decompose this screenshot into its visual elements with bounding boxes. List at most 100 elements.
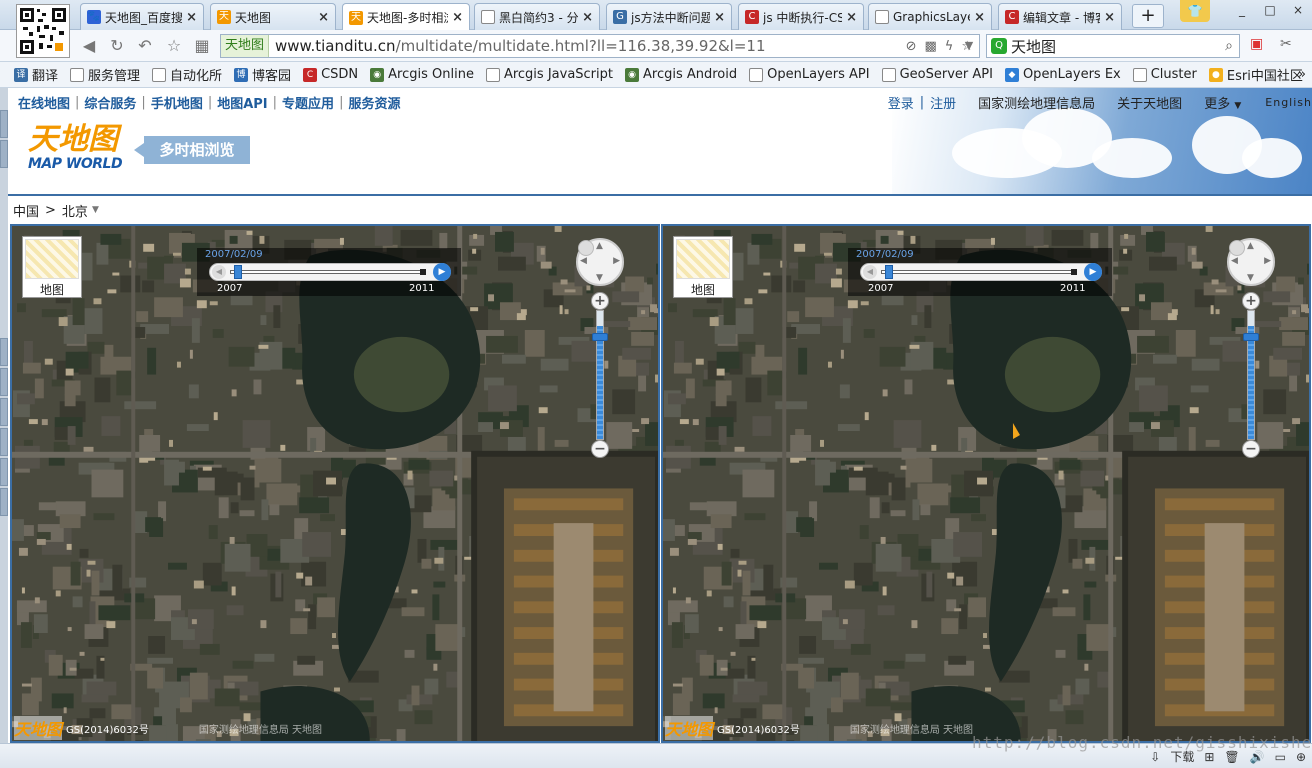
- tools-icon[interactable]: ✂: [1280, 36, 1292, 52]
- browser-tab[interactable]: Gjs方法中断问题 ×: [606, 3, 732, 30]
- map-panel-left[interactable]: 地图 2007/02/09 ◀ ▶ 2007 2011 ▲ ▼ ◀ ▶ + − …: [10, 224, 660, 743]
- english-link[interactable]: English: [1265, 96, 1312, 109]
- pan-up-icon[interactable]: ▲: [596, 241, 603, 251]
- pan-control[interactable]: ▲ ▼ ◀ ▶: [576, 238, 624, 286]
- more-menu[interactable]: 更多 ▼: [1204, 93, 1241, 112]
- bookmark-item[interactable]: 译翻译: [14, 65, 58, 84]
- pan-left-icon[interactable]: ◀: [1231, 256, 1238, 266]
- timeline-track[interactable]: ◀ ▶: [860, 263, 1102, 281]
- timeline-handle[interactable]: [885, 265, 893, 279]
- browser-tab[interactable]: Cjs 中断执行-CSDN ×: [738, 3, 864, 30]
- zoom-slider-handle[interactable]: [1243, 333, 1259, 341]
- close-tab-icon[interactable]: ×: [846, 10, 857, 25]
- pan-control[interactable]: ▲ ▼ ◀ ▶: [1227, 238, 1275, 286]
- zoom-slider[interactable]: [1243, 310, 1259, 440]
- search-box[interactable]: Q 天地图 ⌕: [986, 34, 1240, 58]
- bookmark-item[interactable]: ◉ Arcgis Online: [370, 67, 474, 82]
- zoom-in-button[interactable]: +: [591, 292, 609, 310]
- nav-online-map[interactable]: 在线地图: [18, 93, 70, 112]
- close-tab-icon[interactable]: ×: [582, 10, 593, 25]
- new-tab-button[interactable]: +: [1132, 4, 1164, 28]
- timeline-handle[interactable]: [234, 265, 242, 279]
- register-link[interactable]: 注册: [930, 93, 956, 112]
- timeline-play-icon[interactable]: ▶: [1084, 263, 1102, 281]
- minimize-button[interactable]: _: [1228, 0, 1256, 20]
- bookmark-item[interactable]: 博博客园: [234, 65, 291, 84]
- qr-small-icon[interactable]: ▩: [924, 39, 936, 54]
- grid-apps-icon[interactable]: ▦: [191, 36, 213, 56]
- close-window-button[interactable]: ×: [1284, 0, 1312, 20]
- bookmark-item[interactable]: Arcgis JavaScript: [485, 67, 613, 82]
- browser-tab[interactable]: 天天地图-多时相浏览 ×: [342, 3, 470, 31]
- browser-tab[interactable]: 黑白简约3 - 分类×: [474, 3, 600, 30]
- search-engine-icon[interactable]: Q: [991, 38, 1007, 54]
- bookmark-item[interactable]: ◆ OpenLayers Ex: [1004, 67, 1121, 82]
- bookmark-item[interactable]: 服务管理: [70, 65, 140, 84]
- bookmarks-more-icon[interactable]: »: [1298, 67, 1306, 82]
- search-icon[interactable]: ⌕: [1225, 38, 1239, 54]
- nav-services[interactable]: 综合服务: [84, 93, 136, 112]
- satellite-imagery[interactable]: [663, 226, 1309, 741]
- bureau-link[interactable]: 国家测绘地理信息局: [978, 93, 1095, 112]
- pan-left-icon[interactable]: ◀: [580, 256, 587, 266]
- browser-tab[interactable]: 🐾 天地图_百度搜索×: [80, 3, 204, 30]
- timeline-prev-icon[interactable]: ◀: [212, 265, 226, 279]
- zoom-in-button[interactable]: +: [1242, 292, 1260, 310]
- zoom-out-button[interactable]: −: [1242, 440, 1260, 458]
- pan-right-icon[interactable]: ▶: [1264, 256, 1271, 266]
- url-text[interactable]: www.tianditu.cn/multidate/multidate.html…: [269, 37, 906, 55]
- satellite-imagery[interactable]: [12, 226, 658, 741]
- bookmark-item[interactable]: OpenLayers API: [749, 67, 870, 82]
- bookmark-item[interactable]: 自动化所: [152, 65, 222, 84]
- map-type-thumbnail[interactable]: 地图: [22, 236, 82, 298]
- timeline-prev-icon[interactable]: ◀: [863, 265, 877, 279]
- ticket-icon[interactable]: ▣: [1250, 36, 1263, 52]
- nav-resources[interactable]: 服务资源: [348, 93, 400, 112]
- pan-down-icon[interactable]: ▼: [596, 273, 603, 283]
- block-icon[interactable]: ⊘: [906, 39, 917, 54]
- bookmark-item[interactable]: Cluster: [1132, 67, 1197, 82]
- breadcrumb-city[interactable]: 北京: [62, 201, 88, 220]
- bookmark-item[interactable]: GeoServer API: [881, 67, 993, 82]
- login-link[interactable]: 登录: [888, 93, 914, 112]
- browser-tab[interactable]: GraphicsLayer ×: [868, 3, 992, 30]
- skin-icon[interactable]: 👕: [1180, 0, 1210, 22]
- favorite-star-icon[interactable]: ☆: [163, 36, 185, 56]
- map-type-thumbnail[interactable]: 地图: [673, 236, 733, 298]
- close-tab-icon[interactable]: ×: [974, 10, 985, 25]
- pan-right-icon[interactable]: ▶: [613, 256, 620, 266]
- bookmark-item[interactable]: C CSDN: [303, 67, 358, 82]
- close-tab-icon[interactable]: ×: [318, 10, 329, 25]
- about-link[interactable]: 关于天地图: [1117, 93, 1182, 112]
- search-input[interactable]: 天地图: [1011, 36, 1225, 57]
- lightning-icon[interactable]: ϟ: [945, 39, 954, 54]
- qr-code-icon[interactable]: [16, 4, 70, 58]
- bookmark-item[interactable]: ◉ Arcgis Android: [625, 67, 737, 82]
- close-tab-icon[interactable]: ×: [714, 10, 725, 25]
- refresh-icon[interactable]: ↻: [106, 36, 128, 56]
- nav-map-api[interactable]: 地图API: [217, 93, 267, 112]
- close-tab-icon[interactable]: ×: [452, 10, 463, 25]
- site-logo[interactable]: 天地图 MAP WORLD: [28, 124, 138, 176]
- undo-icon[interactable]: ↶: [134, 36, 156, 56]
- city-dropdown-icon[interactable]: ▼: [92, 205, 99, 215]
- zoom-slider[interactable]: [592, 310, 608, 440]
- pan-down-icon[interactable]: ▼: [1247, 273, 1254, 283]
- browser-tab[interactable]: 天天地图 ×: [210, 3, 336, 30]
- timeline-play-icon[interactable]: ▶: [433, 263, 451, 281]
- timeline-track[interactable]: ◀ ▶: [209, 263, 451, 281]
- browser-tab[interactable]: C 编辑文章 - 博客 ×: [998, 3, 1122, 30]
- address-bar[interactable]: 天地图 www.tianditu.cn/multidate/multidate.…: [220, 34, 980, 58]
- zoom-out-button[interactable]: −: [591, 440, 609, 458]
- nav-thematic[interactable]: 专题应用: [282, 93, 334, 112]
- nav-mobile-map[interactable]: 手机地图: [151, 93, 203, 112]
- map-panel-right[interactable]: 地图 2007/02/09 ◀ ▶ 2007 2011 ▲ ▼ ◀ ▶ + − …: [661, 224, 1311, 743]
- breadcrumb-china[interactable]: 中国: [13, 201, 39, 220]
- close-tab-icon[interactable]: ×: [1104, 10, 1115, 25]
- restore-button[interactable]: □: [1256, 0, 1284, 20]
- bookmark-item[interactable]: ● Esri中国社区: [1208, 65, 1303, 84]
- zoom-slider-handle[interactable]: [592, 333, 608, 341]
- close-tab-icon[interactable]: ×: [186, 10, 197, 25]
- chevron-down-icon[interactable]: ▼: [958, 36, 980, 56]
- pan-up-icon[interactable]: ▲: [1247, 241, 1254, 251]
